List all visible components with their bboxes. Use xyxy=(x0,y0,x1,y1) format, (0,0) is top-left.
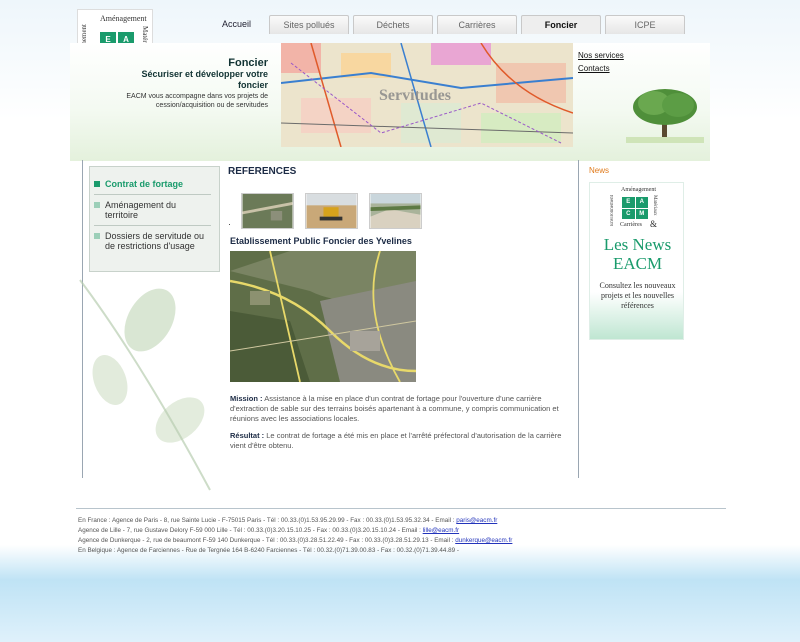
main-nav: Accueil Sites pollués Déchets Carrières … xyxy=(210,15,686,34)
footer-line-dunkerque: Agence de Dunkerque - 2, rue de beaumont… xyxy=(78,536,512,546)
mission-label: Mission : xyxy=(230,394,263,403)
logo-top-text: Aménagement xyxy=(100,14,147,23)
email-link-dunkerque[interactable]: dunkerque@eacm.fr xyxy=(455,537,512,544)
tree-illustration xyxy=(626,89,704,143)
news-logo: Aménagement Environnement Matériaux E A … xyxy=(604,187,670,231)
sidebar-separator xyxy=(94,225,211,226)
header-banner: Foncier Sécuriser et développer votre fo… xyxy=(70,43,710,161)
news-logo-right: Matériaux xyxy=(652,195,657,216)
sidebar-item-amenagement[interactable]: Aménagement du territoire xyxy=(90,200,219,220)
news-logo-amp: & xyxy=(650,219,658,229)
sidebar-item-contrat-de-fortage[interactable]: Contrat de fortage xyxy=(90,179,219,189)
footer-address: Agence de Dunkerque - 2, rue de beaumont… xyxy=(78,537,456,544)
banner-title: Foncier xyxy=(228,57,268,69)
tab-foncier[interactable]: Foncier xyxy=(521,15,602,34)
reference-title: Etablissement Public Foncier des Yveline… xyxy=(230,236,412,246)
header-links: Nos services Contacts xyxy=(578,49,624,75)
leaves-illustration xyxy=(79,279,211,491)
sidebar-menu: Contrat de fortage Aménagement du territ… xyxy=(89,166,220,272)
right-divider xyxy=(578,160,579,478)
footer-line-paris: En France : Agence de Paris - 8, rue Sai… xyxy=(78,516,512,526)
sidebar-separator xyxy=(94,194,211,195)
result-description: Le contrat de fortage a été mis en place… xyxy=(230,431,562,450)
sidebar-item-label: Contrat de fortage xyxy=(105,179,184,189)
news-logo-top: Aménagement xyxy=(621,187,656,193)
nav-home-link[interactable]: Accueil xyxy=(210,15,265,34)
mission-description: Assistance à la mise en place d'un contr… xyxy=(230,394,559,423)
banner-subtitle: Sécuriser et développer votre foncier xyxy=(141,69,268,90)
mission-text: Mission : Assistance à la mise en place … xyxy=(230,394,570,424)
email-link-lille[interactable]: lille@eacm.fr xyxy=(423,527,459,534)
thumbnail-excavator[interactable] xyxy=(305,193,358,229)
news-logo-bottom: Carrières xyxy=(620,222,642,228)
reference-thumbnails: · xyxy=(228,193,433,229)
footer-divider xyxy=(76,508,726,509)
list-bullet: · xyxy=(228,219,231,229)
bullet-icon xyxy=(94,233,100,239)
logo-letter: E xyxy=(622,197,635,208)
page: Aménagement Environnement Matériaux E A … xyxy=(70,0,730,642)
sidebar-item-label: Dossiers de servitude ou de restrictions… xyxy=(105,231,205,251)
news-big-title: Les News EACM xyxy=(603,235,672,273)
nos-services-link[interactable]: Nos services xyxy=(578,49,624,62)
news-subtitle: Consultez les nouveaux projets et les no… xyxy=(599,281,676,310)
tab-sites-pollues[interactable]: Sites pollués xyxy=(269,15,350,34)
sidebar-item-dossiers[interactable]: Dossiers de servitude ou de restrictions… xyxy=(90,231,219,251)
logo-letter: A xyxy=(635,197,648,208)
banner-text: Foncier Sécuriser et développer votre fo… xyxy=(118,57,268,110)
footer-address: En France : Agence de Paris - 8, rue Sai… xyxy=(78,517,457,524)
bullet-icon xyxy=(94,181,100,187)
news-banner[interactable]: Aménagement Environnement Matériaux E A … xyxy=(589,182,684,340)
logo-letter: M xyxy=(635,208,648,219)
footer-line-farciennes: En Belgique : Agence de Farciennes - Rue… xyxy=(78,546,512,556)
email-link-paris[interactable]: paris@eacm.fr xyxy=(456,517,497,524)
servitudes-map-image: Servitudes xyxy=(281,43,573,147)
footer-address: Agence de Lille - 7, rue Gustave Delory … xyxy=(78,527,423,534)
banner-description: EACM vous accompagne dans vos projets de… xyxy=(126,93,268,109)
thumbnail-aerial[interactable] xyxy=(241,193,294,229)
footer: En France : Agence de Paris - 8, rue Sai… xyxy=(78,516,512,556)
tab-dechets[interactable]: Déchets xyxy=(353,15,434,34)
thumbnail-quarry[interactable] xyxy=(369,193,422,229)
result-text: Résultat : Le contrat de fortage a été m… xyxy=(230,431,570,451)
footer-line-lille: Agence de Lille - 7, rue Gustave Delory … xyxy=(78,526,512,536)
aerial-photo xyxy=(230,251,416,382)
logo-letter: C xyxy=(622,208,635,219)
bullet-icon xyxy=(94,202,100,208)
map-overlay-text: Servitudes xyxy=(379,87,451,104)
news-logo-letters: E A C M xyxy=(622,197,648,219)
footer-address: En Belgique : Agence de Farciennes - Rue… xyxy=(78,547,459,554)
references-heading: REFERENCES xyxy=(228,166,297,177)
main-content: REFERENCES · Etablissement Public Foncie… xyxy=(228,166,578,450)
news-logo-left: Environnement xyxy=(610,195,615,226)
result-label: Résultat : xyxy=(230,431,265,440)
news-heading: News xyxy=(589,166,610,175)
contacts-link[interactable]: Contacts xyxy=(578,62,624,75)
tab-carrieres[interactable]: Carrières xyxy=(437,15,518,34)
tab-icpe[interactable]: ICPE xyxy=(605,15,686,34)
sidebar-item-label: Aménagement du territoire xyxy=(105,200,177,220)
